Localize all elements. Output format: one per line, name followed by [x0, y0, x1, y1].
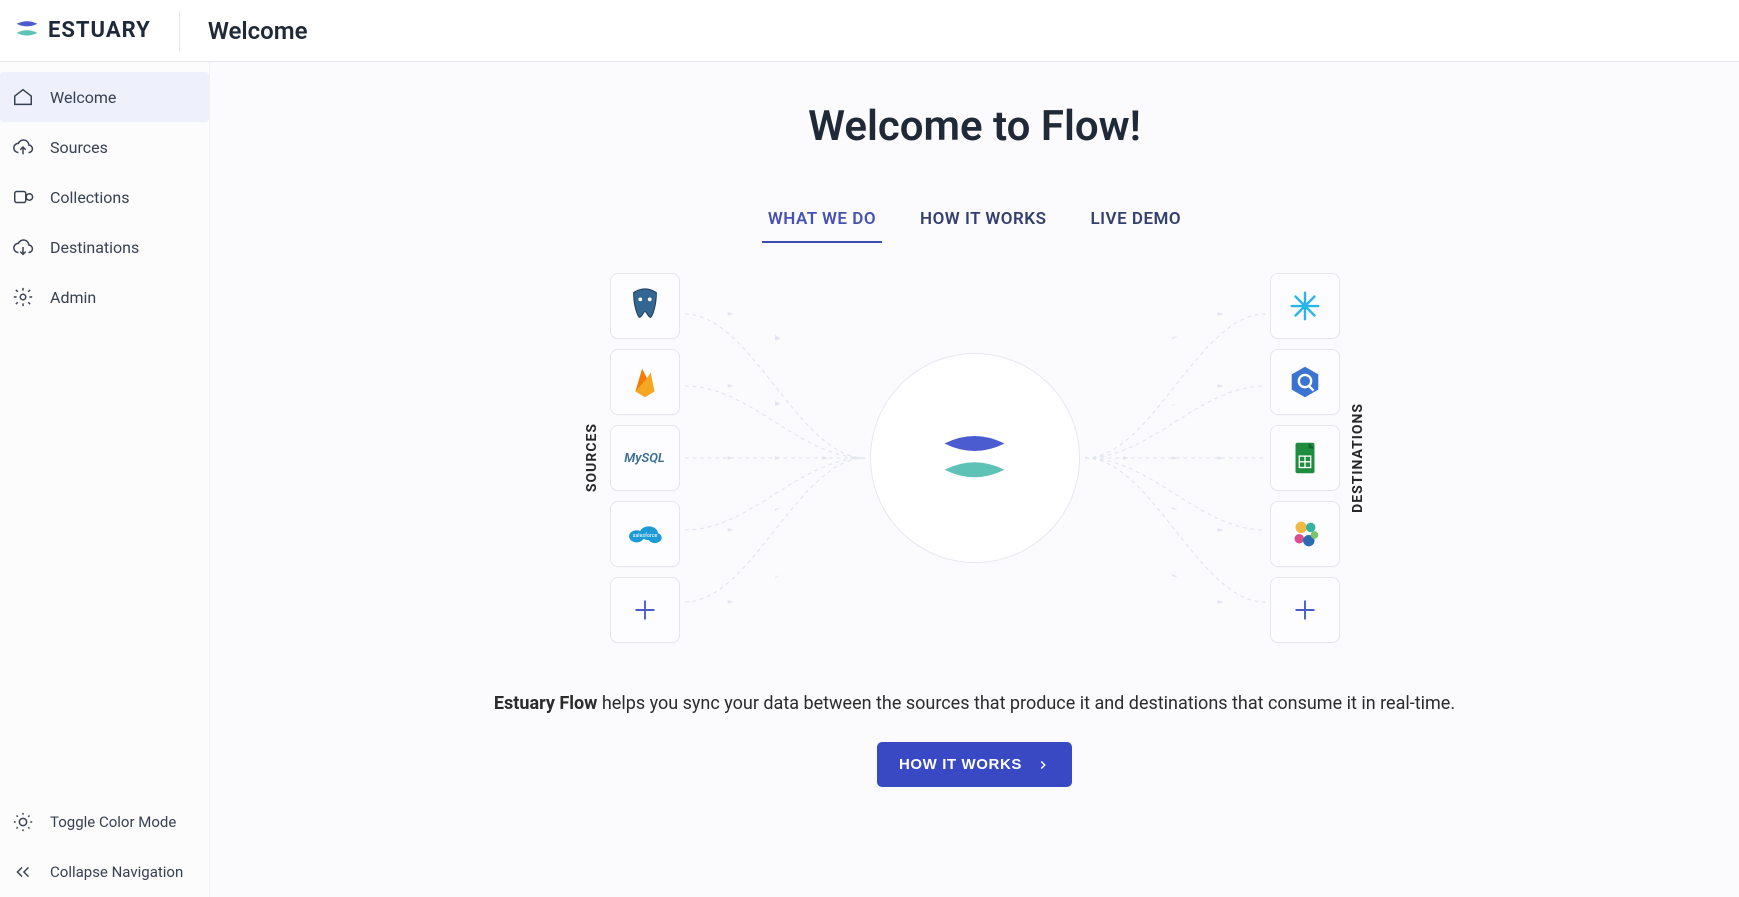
chevron-right-icon	[1036, 758, 1050, 772]
sidebar-item-label: Collections	[50, 188, 130, 207]
sidebar-item-welcome[interactable]: Welcome	[0, 72, 209, 122]
toggle-color-mode[interactable]: Toggle Color Mode	[0, 797, 209, 847]
collapse-navigation[interactable]: Collapse Navigation	[0, 847, 209, 897]
destinations-column	[1270, 273, 1340, 643]
sidebar-item-label: Welcome	[50, 88, 116, 107]
chevrons-left-icon	[12, 861, 34, 883]
svg-text:salesforce: salesforce	[632, 532, 657, 539]
nav-list: Welcome Sources Collections Destinations	[0, 62, 209, 322]
estuary-flow-logo-icon	[937, 421, 1012, 496]
flow-center	[870, 353, 1080, 563]
sidebar-footer-label: Collapse Navigation	[50, 863, 183, 881]
hero-title: Welcome to Flow!	[250, 102, 1699, 151]
home-icon	[12, 86, 34, 108]
header: ESTUARY Welcome	[0, 0, 1739, 62]
flow-diagram: SOURCES MySQL salesforce	[525, 273, 1425, 643]
sources-column: MySQL salesforce	[610, 273, 680, 643]
brand-logo[interactable]: ESTUARY	[14, 11, 180, 51]
sidebar: Welcome Sources Collections Destinations	[0, 62, 210, 897]
source-salesforce[interactable]: salesforce	[610, 501, 680, 567]
cloud-upload-icon	[12, 136, 34, 158]
sun-icon	[12, 811, 34, 833]
tab-how-it-works[interactable]: HOW IT WORKS	[914, 201, 1052, 243]
how-it-works-button[interactable]: HOW IT WORKS	[877, 742, 1072, 787]
sidebar-item-admin[interactable]: Admin	[0, 272, 209, 322]
brand-text: ESTUARY	[48, 18, 151, 43]
source-postgresql[interactable]	[610, 273, 680, 339]
tab-what-we-do[interactable]: WHAT WE DO	[762, 201, 882, 243]
right-connectors	[1080, 278, 1270, 638]
destination-bigquery[interactable]	[1270, 349, 1340, 415]
destinations-label: DESTINATIONS	[1350, 403, 1366, 513]
source-add[interactable]	[610, 577, 680, 643]
sidebar-item-label: Sources	[50, 138, 108, 157]
destination-add[interactable]	[1270, 577, 1340, 643]
collections-icon	[12, 186, 34, 208]
destination-snowflake[interactable]	[1270, 273, 1340, 339]
sidebar-footer: Toggle Color Mode Collapse Navigation	[0, 787, 209, 897]
cta-row: HOW IT WORKS	[250, 742, 1699, 787]
sidebar-item-label: Admin	[50, 288, 96, 307]
cta-label: HOW IT WORKS	[899, 756, 1022, 773]
tab-live-demo[interactable]: LIVE DEMO	[1084, 201, 1187, 243]
sources-label: SOURCES	[584, 423, 600, 492]
left-connectors	[680, 278, 870, 638]
sidebar-item-label: Destinations	[50, 238, 139, 257]
mysql-text-icon: MySQL	[624, 451, 665, 466]
destination-google-sheets[interactable]	[1270, 425, 1340, 491]
source-mysql[interactable]: MySQL	[610, 425, 680, 491]
sidebar-item-collections[interactable]: Collections	[0, 172, 209, 222]
sidebar-footer-label: Toggle Color Mode	[50, 813, 176, 831]
page-title: Welcome	[208, 17, 308, 45]
description: Estuary Flow helps you sync your data be…	[250, 693, 1699, 714]
estuary-logo-icon	[14, 16, 40, 46]
main-content: Welcome to Flow! WHAT WE DO HOW IT WORKS…	[210, 62, 1739, 897]
sidebar-item-destinations[interactable]: Destinations	[0, 222, 209, 272]
gear-icon	[12, 286, 34, 308]
description-bold: Estuary Flow	[494, 693, 597, 714]
sidebar-item-sources[interactable]: Sources	[0, 122, 209, 172]
cloud-download-icon	[12, 236, 34, 258]
tab-bar: WHAT WE DO HOW IT WORKS LIVE DEMO	[250, 201, 1699, 243]
destination-elastic[interactable]	[1270, 501, 1340, 567]
shell: Welcome Sources Collections Destinations	[0, 62, 1739, 897]
source-firebase[interactable]	[610, 349, 680, 415]
sidebar-spacer	[0, 322, 209, 787]
description-rest: helps you sync your data between the sou…	[597, 693, 1455, 714]
